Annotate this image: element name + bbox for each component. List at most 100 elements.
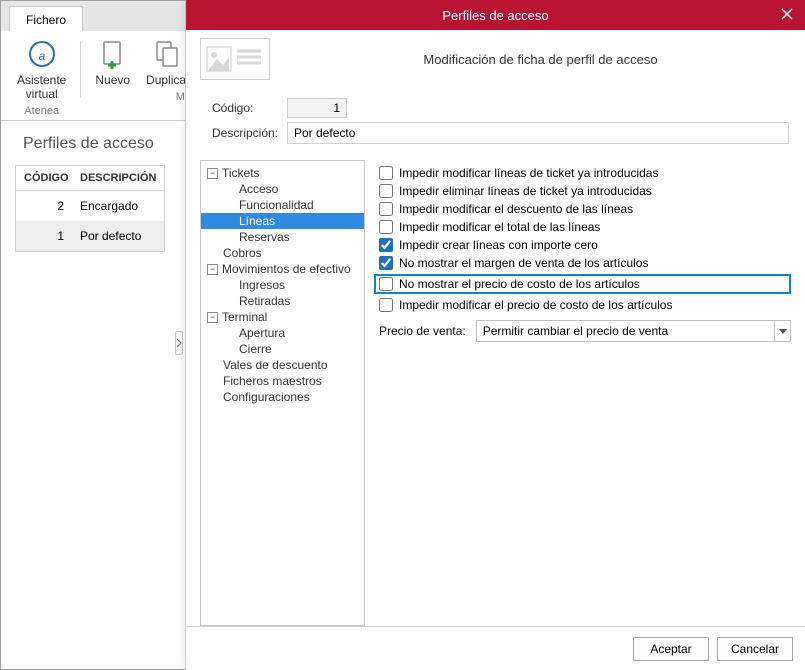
- option-label: No mostrar el precio de costo de los art…: [399, 277, 640, 291]
- option-row[interactable]: Impedir modificar el precio de costo de …: [379, 298, 791, 312]
- tree-item[interactable]: Configuraciones: [201, 389, 364, 405]
- option-label: Impedir modificar el descuento de las lí…: [399, 202, 633, 216]
- category-tree[interactable]: −TicketsAccesoFuncionalidadLíneasReserva…: [200, 160, 365, 626]
- close-icon: [781, 8, 793, 20]
- tree-item[interactable]: −Movimientos de efectivo: [201, 261, 364, 277]
- select-value: Permitir cambiar el precio de venta: [483, 324, 668, 338]
- tree-item[interactable]: Apertura: [201, 325, 364, 341]
- chevron-down-icon: [774, 321, 790, 341]
- tree-item-label: Cobros: [223, 246, 262, 260]
- tree-item[interactable]: Líneas: [201, 213, 364, 229]
- precio-venta-label: Precio de venta:: [379, 324, 466, 338]
- table-row[interactable]: 2Encargado: [16, 191, 164, 221]
- thumbnail-placeholder: [200, 38, 270, 80]
- option-label: Impedir eliminar líneas de ticket ya int…: [399, 184, 652, 198]
- tree-item-label: Terminal: [222, 310, 267, 324]
- ribbon-nuevo[interactable]: Nuevo: [87, 37, 138, 87]
- ribbon-asistente-virtual[interactable]: a Asistente virtual: [9, 37, 74, 101]
- ribbon-label: Duplicar: [146, 73, 190, 87]
- option-label: Impedir modificar el total de las líneas: [399, 220, 600, 234]
- option-label: Impedir crear líneas con importe cero: [399, 238, 598, 252]
- ribbon-label: Nuevo: [95, 73, 130, 87]
- chevron-right-icon: [176, 338, 182, 348]
- tree-item[interactable]: Vales de descuento: [201, 357, 364, 373]
- tree-item-label: Reservas: [239, 230, 290, 244]
- option-row[interactable]: No mostrar el margen de venta de los art…: [379, 256, 791, 270]
- option-row[interactable]: Impedir modificar líneas de ticket ya in…: [379, 166, 791, 180]
- tree-item-label: Cierre: [239, 342, 272, 356]
- dialog-subtitle: Modificación de ficha de perfil de acces…: [290, 52, 791, 67]
- tree-item-label: Apertura: [239, 326, 285, 340]
- cell-codigo: 1: [16, 221, 72, 251]
- splitter-handle[interactable]: [175, 331, 183, 355]
- accept-button[interactable]: Aceptar: [633, 637, 709, 661]
- cell-codigo: 2: [16, 191, 72, 221]
- tree-item-label: Ficheros maestros: [223, 374, 322, 388]
- image-placeholder-icon: [205, 43, 265, 75]
- option-label: Impedir modificar el precio de costo de …: [399, 298, 672, 312]
- option-checkbox[interactable]: [379, 238, 393, 252]
- descripcion-label: Descripción:: [212, 126, 287, 140]
- option-checkbox[interactable]: [379, 184, 393, 198]
- tree-item[interactable]: Cobros: [201, 245, 364, 261]
- dialog-title: Perfiles de acceso: [442, 8, 548, 23]
- cell-desc: Encargado: [72, 191, 146, 221]
- tree-item-label: Tickets: [222, 166, 260, 180]
- new-file-icon: [96, 37, 130, 71]
- option-checkbox[interactable]: [379, 256, 393, 270]
- option-checkbox[interactable]: [379, 202, 393, 216]
- option-row[interactable]: Impedir modificar el descuento de las lí…: [379, 202, 791, 216]
- tree-toggle-icon[interactable]: −: [207, 264, 218, 275]
- tree-item[interactable]: Reservas: [201, 229, 364, 245]
- tree-item-label: Acceso: [239, 182, 278, 196]
- tree-item-label: Ingresos: [239, 278, 285, 292]
- tab-fichero[interactable]: Fichero: [9, 6, 83, 31]
- option-label: No mostrar el margen de venta de los art…: [399, 256, 648, 270]
- option-checkbox[interactable]: [379, 220, 393, 234]
- close-button[interactable]: [777, 4, 797, 24]
- option-label: Impedir modificar líneas de ticket ya in…: [399, 166, 658, 180]
- assistant-icon: a: [25, 37, 59, 71]
- tree-item-label: Vales de descuento: [223, 358, 328, 372]
- option-checkbox[interactable]: [379, 166, 393, 180]
- cell-desc: Por defecto: [72, 221, 149, 251]
- codigo-field[interactable]: 1: [287, 98, 347, 118]
- col-descripcion[interactable]: DESCRIPCIÓN: [72, 166, 164, 190]
- option-row[interactable]: No mostrar el precio de costo de los art…: [374, 274, 791, 294]
- tree-item-label: Movimientos de efectivo: [222, 262, 351, 276]
- table-row[interactable]: 1Por defecto: [16, 221, 164, 251]
- option-checkbox[interactable]: [379, 277, 393, 291]
- option-checkbox[interactable]: [379, 298, 393, 312]
- descripcion-field[interactable]: [287, 122, 789, 144]
- tree-item[interactable]: Funcionalidad: [201, 197, 364, 213]
- tree-item[interactable]: −Terminal: [201, 309, 364, 325]
- tree-item[interactable]: Retiradas: [201, 293, 364, 309]
- duplicate-icon: [151, 37, 185, 71]
- ribbon-group-atenea: Atenea: [9, 101, 74, 117]
- tree-item[interactable]: −Tickets: [201, 165, 364, 181]
- tree-item[interactable]: Acceso: [201, 181, 364, 197]
- tree-toggle-icon[interactable]: −: [207, 168, 218, 179]
- tree-item-label: Configuraciones: [223, 390, 310, 404]
- options-panel: Impedir modificar líneas de ticket ya in…: [379, 160, 791, 626]
- precio-venta-select[interactable]: Permitir cambiar el precio de venta: [476, 320, 791, 342]
- tree-item[interactable]: Cierre: [201, 341, 364, 357]
- tree-toggle-icon[interactable]: −: [207, 312, 218, 323]
- tree-item-label: Líneas: [239, 214, 275, 228]
- ribbon-label: virtual: [17, 87, 66, 101]
- codigo-label: Código:: [212, 101, 287, 115]
- dialog-titlebar: Perfiles de acceso: [186, 0, 805, 30]
- edit-profile-dialog: Perfiles de acceso Modificación de ficha…: [185, 0, 805, 670]
- table-header: CÓDIGO DESCRIPCIÓN: [16, 166, 164, 191]
- svg-text:a: a: [38, 49, 45, 63]
- tree-item-label: Retiradas: [239, 294, 290, 308]
- option-row[interactable]: Impedir eliminar líneas de ticket ya int…: [379, 184, 791, 198]
- tree-item[interactable]: Ficheros maestros: [201, 373, 364, 389]
- cancel-button[interactable]: Cancelar: [717, 637, 793, 661]
- form-section: Código: 1 Descripción:: [200, 90, 791, 160]
- option-row[interactable]: Impedir crear líneas con importe cero: [379, 238, 791, 252]
- col-codigo[interactable]: CÓDIGO: [16, 166, 72, 190]
- tree-item[interactable]: Ingresos: [201, 277, 364, 293]
- ribbon-separator: [80, 41, 81, 97]
- option-row[interactable]: Impedir modificar el total de las líneas: [379, 220, 791, 234]
